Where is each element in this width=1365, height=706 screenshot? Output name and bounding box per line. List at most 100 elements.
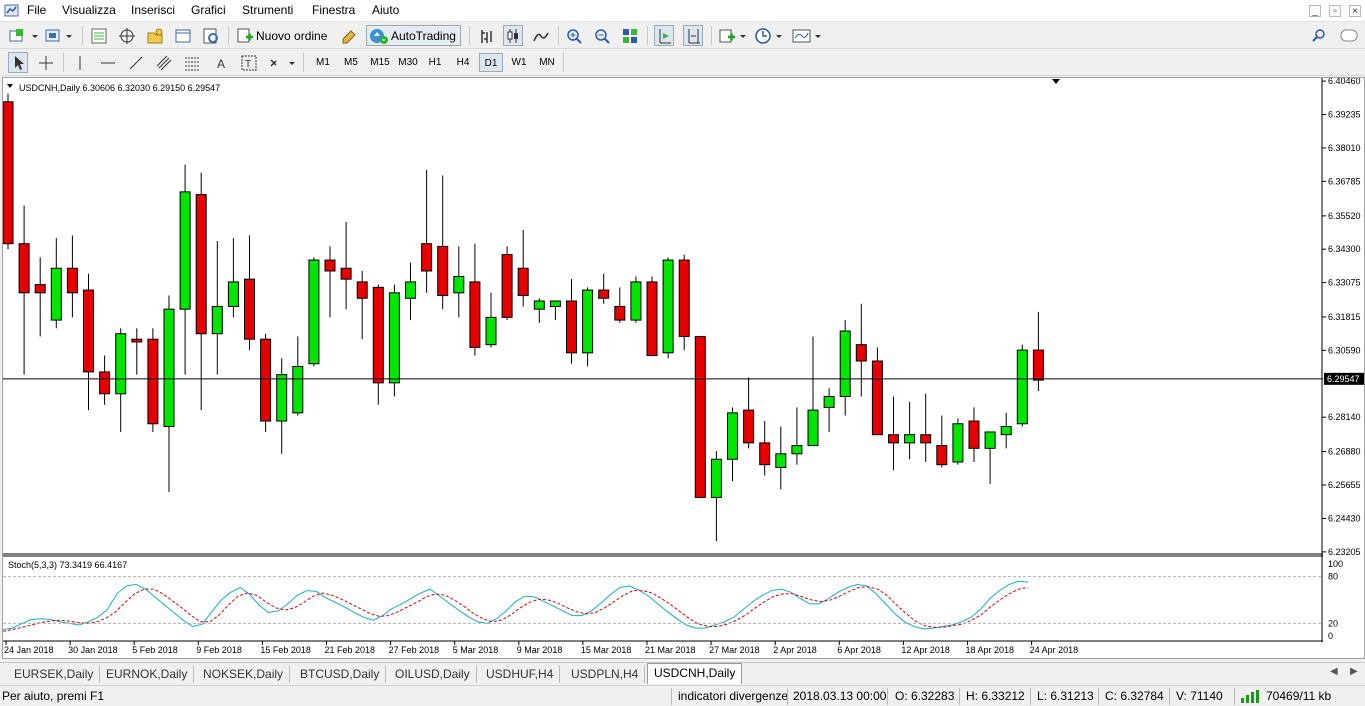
candle-body [195,194,207,335]
candle [791,407,803,465]
candle-body [324,259,336,272]
terminal-button[interactable] [174,25,192,46]
candle-body [855,344,867,362]
menu-file[interactable]: File [27,3,46,17]
navigator-button[interactable] [146,25,164,46]
tab-btcusd[interactable]: BTCUSD,Daily [294,665,387,683]
templates-button[interactable] [791,25,823,46]
strategy-tester-button[interactable] [202,25,220,46]
connection-status-icon[interactable] [1240,690,1262,703]
close-icon[interactable]: × [1349,5,1361,17]
tab-scroll-right-icon[interactable]: ▶ [1350,666,1358,677]
periods-button[interactable] [754,25,784,46]
tab-usdpln[interactable]: USDPLN,H4 [565,665,646,683]
cursor-tool[interactable] [8,52,28,73]
candle-body [308,259,320,365]
vertical-line-icon [79,55,81,70]
timeframe-d1[interactable]: D1 [479,53,503,72]
crosshair-target-icon [119,27,135,44]
trendline-tool[interactable] [127,52,145,73]
equidistant-channel-tool[interactable] [155,52,173,73]
tab-eursek[interactable]: EURSEK,Daily [8,665,101,683]
candle-body [34,284,46,294]
candle [984,431,996,484]
meta-editor-button[interactable] [340,25,358,46]
candle [614,287,626,323]
candle [630,276,642,323]
candle [823,388,835,432]
timeframe-m1[interactable]: M1 [311,53,335,72]
date-label: 5 Mar 2018 [453,645,499,655]
price-label: 6.40460 [1328,78,1361,86]
timeframe-w1[interactable]: W1 [507,53,531,72]
menu-help[interactable]: Aiuto [372,3,399,17]
candle [356,270,368,340]
new-order-button[interactable]: Nuovo ordine [236,25,327,46]
autotrading-button[interactable]: AutoTrading [366,25,461,46]
timeframe-h4[interactable]: H4 [451,53,475,72]
chat-button[interactable] [1340,25,1358,46]
profiles-button[interactable] [44,25,74,46]
price-label: 6.39235 [1328,110,1361,120]
price-label: 6.35520 [1328,211,1361,221]
menu-tools[interactable]: Strumenti [242,3,293,17]
vertical-line-tool[interactable] [71,52,89,73]
text-label-tool[interactable]: T [240,52,258,73]
indicators-icon [719,29,746,42]
new-chart-button[interactable] [8,25,38,46]
candle [324,246,336,318]
zoom-in-icon [567,28,582,44]
crosshair-tool[interactable] [37,52,55,73]
minimize-icon[interactable]: _ [1309,5,1321,17]
timeframe-h1[interactable]: H1 [423,53,447,72]
restore-icon[interactable]: ▫ [1329,5,1341,17]
tab-noksek[interactable]: NOKSEK,Daily [197,665,291,683]
text-tool[interactable]: A [212,52,230,73]
data-window-button[interactable] [118,25,136,46]
autoscroll-button[interactable] [654,25,674,46]
navigator-icon [147,28,163,43]
tab-usdhuf[interactable]: USDHUF,H4 [480,665,561,683]
timeframe-m5[interactable]: M5 [339,53,363,72]
timeframe-m15[interactable]: M15 [367,53,393,72]
candle-body [694,335,706,498]
candle [211,240,223,375]
market-watch-button[interactable] [90,25,108,46]
candle-body [163,308,175,427]
autotrading-icon [370,28,388,44]
search-button[interactable] [1311,25,1327,46]
status-low: L: 6.31213 [1037,689,1094,703]
status-profile[interactable]: indicatori divergenze [678,689,788,703]
candle-body [469,281,481,348]
horizontal-line-tool[interactable] [99,52,117,73]
new-chart-icon [9,28,38,41]
fibonacci-tool[interactable] [183,52,201,73]
zoom-in-button[interactable] [565,25,583,46]
timeframe-m30[interactable]: M30 [395,53,421,72]
menu-view[interactable]: Visualizza [62,3,116,17]
candle [388,284,400,397]
menu-charts[interactable]: Grafici [191,3,226,17]
app-icon [4,4,19,17]
price-label: 6.23205 [1328,547,1361,557]
candle-body [614,305,626,321]
menu-insert[interactable]: Inserisci [131,3,175,17]
arrows-tool[interactable] [268,52,298,73]
tab-eurnok[interactable]: EURNOK,Daily [100,665,195,683]
search-icon [1312,28,1325,42]
tab-scroll-left-icon[interactable]: ◀ [1330,666,1338,677]
chart-shift-button[interactable] [683,25,703,46]
tab-oilusd[interactable]: OILUSD,Daily [389,665,477,683]
chart-canvas[interactable]: USDCNH,Daily 6.30606 6.32030 6.29150 6.2… [2,76,1364,658]
tile-windows-button[interactable] [621,25,639,46]
chart-window[interactable]: USDCNH,Daily 6.30606 6.32030 6.29150 6.2… [2,76,1365,659]
candle-body [453,275,465,294]
timeframe-mn[interactable]: MN [535,53,559,72]
bar-chart-button[interactable] [477,25,495,46]
menu-window[interactable]: Finestra [312,3,355,17]
candlestick-button[interactable] [503,25,523,46]
tab-usdcnh[interactable]: USDCNH,Daily [647,663,743,684]
line-chart-button[interactable] [532,25,550,46]
zoom-out-button[interactable] [593,25,611,46]
indicators-button[interactable] [718,25,748,46]
